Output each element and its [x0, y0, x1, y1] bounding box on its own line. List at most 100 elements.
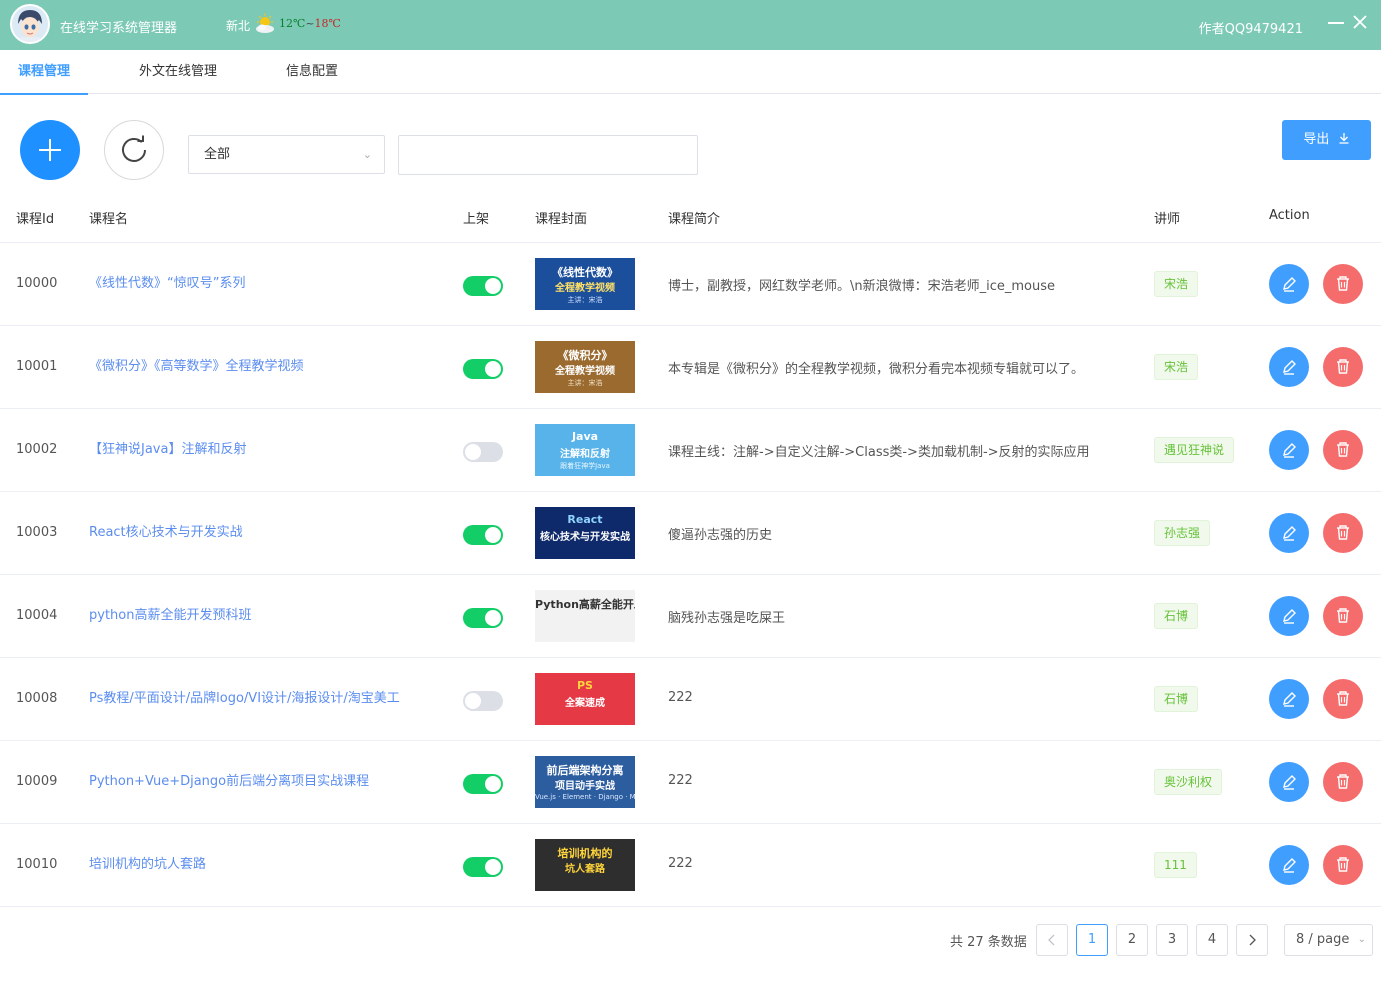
tab-info-config[interactable]: 信息配置 [272, 50, 352, 93]
switch-knob [465, 444, 481, 460]
cover-title: 《线性代数》 [552, 266, 618, 279]
teacher-tag: 石博 [1154, 603, 1199, 629]
teacher-tag: 孙志强 [1154, 520, 1211, 546]
refresh-button[interactable] [104, 120, 164, 180]
delete-button[interactable] [1323, 513, 1363, 553]
page-size-select[interactable]: 8 / page ⌄ [1284, 924, 1373, 956]
course-name-link[interactable]: 培训机构的坑人套路 [89, 853, 206, 872]
course-id: 10008 [16, 691, 58, 706]
add-course-button[interactable] [20, 120, 80, 180]
minimize-icon[interactable] [1328, 22, 1344, 24]
course-cover-image: 《微积分》 全程教学视频 主讲：宋浩 [535, 341, 635, 393]
export-button[interactable]: 导出 [1282, 120, 1371, 160]
delete-button[interactable] [1323, 596, 1363, 636]
course-id: 10002 [16, 442, 58, 457]
switch-knob [485, 278, 501, 294]
pencil-icon [1283, 443, 1296, 458]
page-2-button[interactable]: 2 [1116, 924, 1148, 956]
next-page-button[interactable] [1236, 924, 1268, 956]
teacher-tag: 111 [1154, 852, 1197, 878]
course-name-link[interactable]: 《线性代数》“惊叹号”系列 [89, 272, 245, 291]
edit-button[interactable] [1269, 845, 1309, 885]
pencil-icon [1283, 775, 1296, 790]
delete-button[interactable] [1323, 679, 1363, 719]
listed-switch[interactable] [463, 691, 503, 711]
table-row: 10000 《线性代数》“惊叹号”系列 《线性代数》 全程教学视频 主讲：宋浩 博士，副教… [0, 243, 1381, 326]
course-cover-image: 培训机构的 坑人套路 [535, 839, 635, 891]
course-description: 傻逼孙志强的历史 [668, 528, 773, 543]
pencil-icon [1283, 609, 1296, 624]
author-label: 作者QQ9479421 [1198, 22, 1303, 37]
weather-temperature: 12℃~18℃ [279, 17, 341, 30]
course-name-link[interactable]: 《微积分》《高等数学》全程教学视频 [89, 355, 304, 374]
delete-button[interactable] [1323, 845, 1363, 885]
course-description: 博士，副教授，网红数学老师。\n新浪微博：宋浩老师_ice_mouse [668, 279, 1056, 294]
page-4-button[interactable]: 4 [1196, 924, 1228, 956]
cover-caption: 主讲：宋浩 [567, 379, 603, 387]
cover-caption: 主讲：宋浩 [567, 296, 603, 304]
cover-subtitle: 全案速成 [565, 698, 605, 709]
app-title: 在线学习系统管理器 [60, 21, 178, 36]
listed-switch[interactable] [463, 774, 503, 794]
course-description: 本专辑是《微积分》的全程教学视频，微积分看完本视频专辑就可以了。 [668, 362, 1085, 377]
download-icon [1339, 133, 1349, 144]
listed-switch[interactable] [463, 525, 503, 545]
tab-foreign-online[interactable]: 外文在线管理 [124, 50, 232, 93]
edit-button[interactable] [1269, 679, 1309, 719]
cover-subtitle: 坑人套路 [565, 864, 605, 875]
header-description: 课程简介 [668, 212, 721, 227]
page-size-value: 8 / page [1296, 932, 1350, 947]
temp-high: 18℃ [314, 17, 341, 30]
edit-button[interactable] [1269, 347, 1309, 387]
course-cover-image: Java 注解和反射 跟着狂神学Java [535, 424, 635, 476]
weather-city: 新北 [226, 19, 251, 33]
plus-icon [39, 139, 61, 161]
table-row: 10002 【狂神说Java】注解和反射 Java 注解和反射 跟着狂神学Java 课程主… [0, 409, 1381, 492]
trash-icon [1337, 359, 1349, 374]
delete-button[interactable] [1323, 762, 1363, 802]
course-name-link[interactable]: python高薪全能开发预科班 [89, 604, 251, 623]
edit-button[interactable] [1269, 762, 1309, 802]
pencil-icon [1283, 360, 1296, 375]
listed-switch[interactable] [463, 442, 503, 462]
temp-separator: ~ [305, 17, 315, 30]
course-name-link[interactable]: Ps教程/平面设计/品牌logo/VI设计/海报设计/淘宝美工 [89, 687, 400, 706]
prev-page-button[interactable] [1036, 924, 1068, 956]
pagination: 共 27 条数据 1 2 3 4 8 / page ⌄ [0, 920, 1381, 960]
listed-switch[interactable] [463, 276, 503, 296]
close-icon[interactable] [1352, 14, 1368, 30]
cover-title: React [567, 513, 603, 526]
teacher-tag: 宋浩 [1154, 271, 1199, 297]
page-1-button[interactable]: 1 [1076, 924, 1108, 956]
trash-icon [1337, 442, 1349, 457]
pencil-icon [1283, 277, 1296, 292]
edit-button[interactable] [1269, 596, 1309, 636]
listed-switch[interactable] [463, 857, 503, 877]
course-id: 10010 [16, 857, 58, 872]
switch-knob [485, 527, 501, 543]
course-id: 10001 [16, 359, 58, 374]
chevron-left-icon [1048, 934, 1055, 946]
listed-switch[interactable] [463, 608, 503, 628]
edit-button[interactable] [1269, 430, 1309, 470]
main-tabs: 课程管理 外文在线管理 信息配置 [0, 50, 1381, 95]
course-cover-image: 《线性代数》 全程教学视频 主讲：宋浩 [535, 258, 635, 310]
avatar [10, 4, 50, 44]
edit-button[interactable] [1269, 264, 1309, 304]
delete-button[interactable] [1323, 264, 1363, 304]
delete-button[interactable] [1323, 430, 1363, 470]
delete-button[interactable] [1323, 347, 1363, 387]
edit-button[interactable] [1269, 513, 1309, 553]
course-name-link[interactable]: React核心技术与开发实战 [89, 521, 243, 540]
listed-switch[interactable] [463, 359, 503, 379]
cover-subtitle: 全程教学视频 [555, 283, 615, 294]
page-3-button[interactable]: 3 [1156, 924, 1188, 956]
category-select[interactable]: 全部 ⌄ [188, 135, 385, 174]
teacher-tag: 石博 [1154, 686, 1199, 712]
tab-course-management[interactable]: 课程管理 [0, 50, 88, 95]
cover-title: Python高薪全能开发预科班 [535, 598, 635, 611]
course-name-link[interactable]: 【狂神说Java】注解和反射 [89, 438, 246, 457]
course-name-link[interactable]: Python+Vue+Django前后端分离项目实战课程 [89, 770, 369, 789]
header-cover: 课程封面 [535, 212, 588, 227]
search-input[interactable] [398, 135, 698, 175]
